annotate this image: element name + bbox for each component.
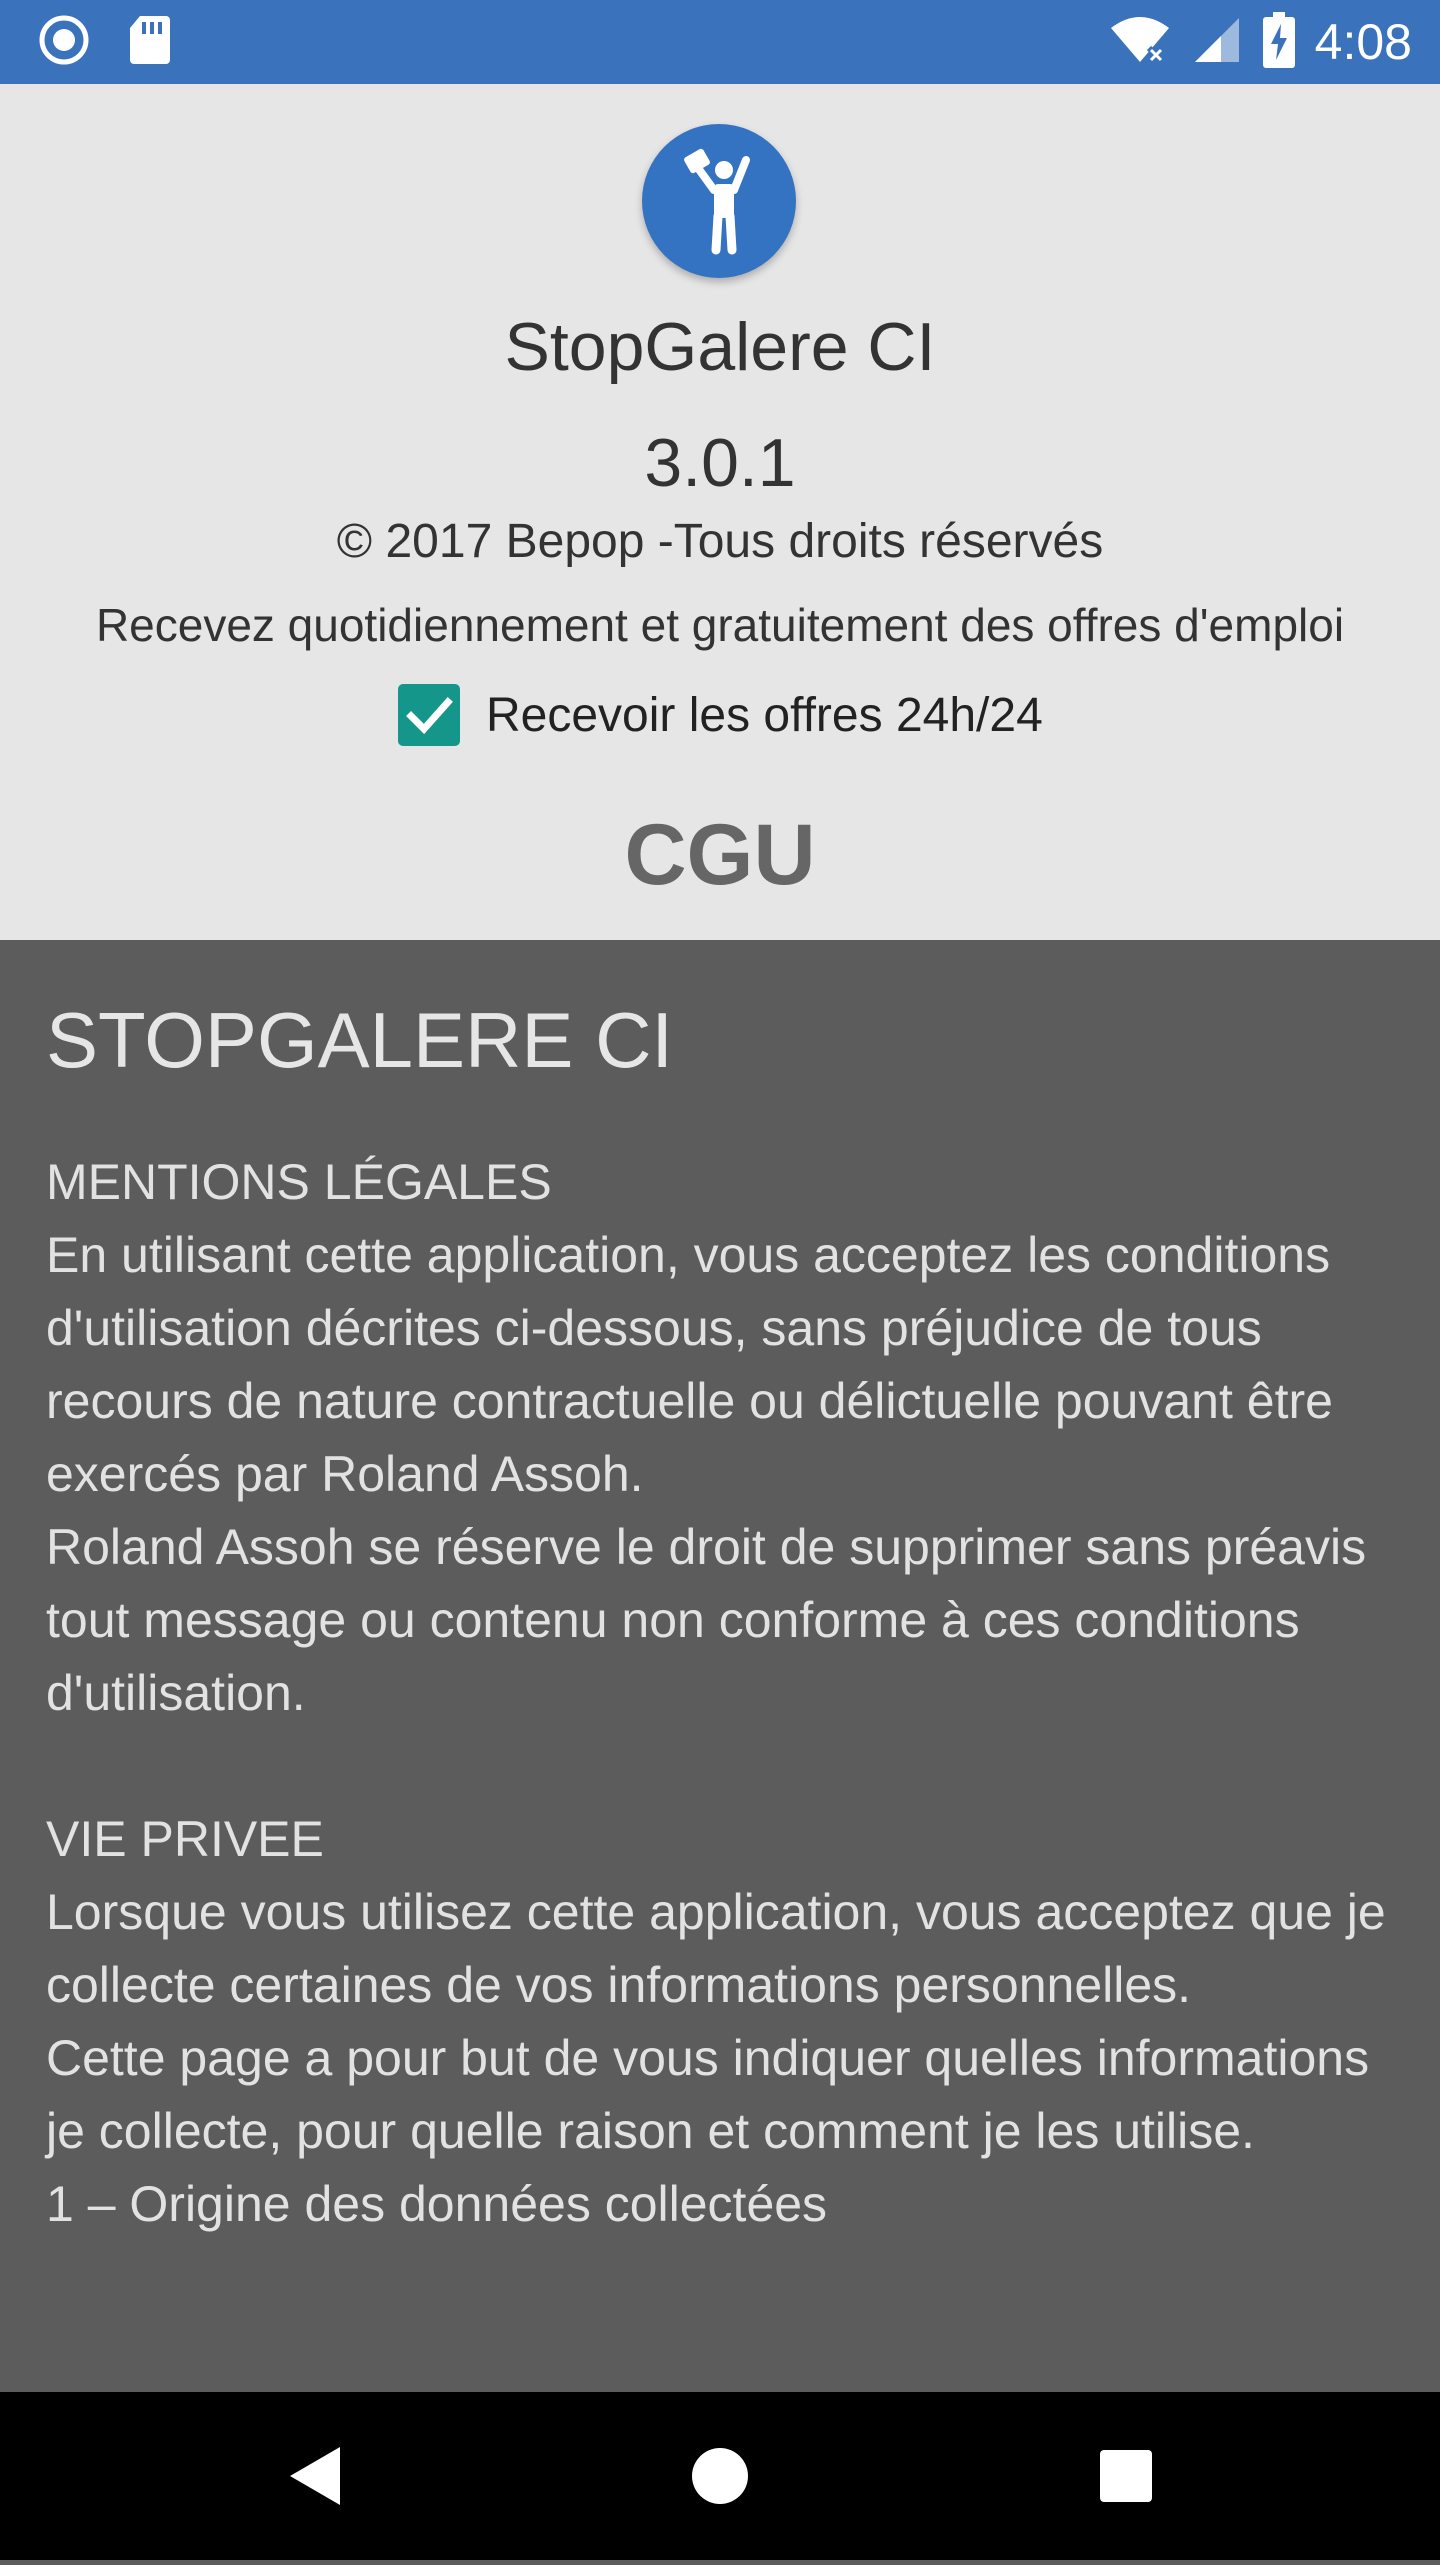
person-with-bag-icon [684,148,750,255]
cgu-heading: CGU [624,807,816,903]
section-body-mentions: En utilisant cette application, vous acc… [46,1227,1367,1721]
copyright-text: © 2017 Bepop -Tous droits réservés [336,515,1104,568]
app-version: 3.0.1 [644,425,796,501]
sd-card-icon [128,14,172,71]
recents-icon [1100,2450,1152,2502]
recents-button[interactable] [1026,2392,1226,2560]
notification-icon [38,14,90,71]
about-header: StopGalere CI 3.0.1 © 2017 Bepop -Tous d… [0,84,1440,940]
terms-content[interactable]: STOPGALERE CI MENTIONS LÉGALES En utilis… [0,940,1440,2392]
status-time: 4:08 [1314,14,1412,70]
battery-charging-icon [1262,11,1295,73]
receive-offers-label[interactable]: Recevoir les offres 24h/24 [486,688,1043,743]
checkmark-icon [406,697,453,735]
app-description: Recevez quotidiennement et gratuitement … [95,599,1345,651]
app-logo [642,124,796,278]
section-body-privacy: Lorsque vous utilisez cette application,… [46,1884,1386,2232]
wifi-icon [1109,14,1171,71]
signal-icon [1191,14,1243,71]
home-icon [692,2448,748,2504]
back-icon [290,2447,340,2505]
receive-offers-checkbox-row[interactable]: Recevoir les offres 24h/24 [398,684,1043,746]
document-title: STOPGALERE CI [46,996,674,1084]
receive-offers-checkbox[interactable] [398,684,460,746]
home-button[interactable] [620,2392,820,2560]
section-heading-privacy: VIE PRIVEE [46,1811,324,1867]
section-heading-mentions: MENTIONS LÉGALES [46,1154,552,1210]
status-bar: 4:08 [0,0,1440,84]
app-name: StopGalere CI [504,309,936,385]
navigation-bar [0,2392,1440,2560]
back-button[interactable] [218,2392,418,2560]
